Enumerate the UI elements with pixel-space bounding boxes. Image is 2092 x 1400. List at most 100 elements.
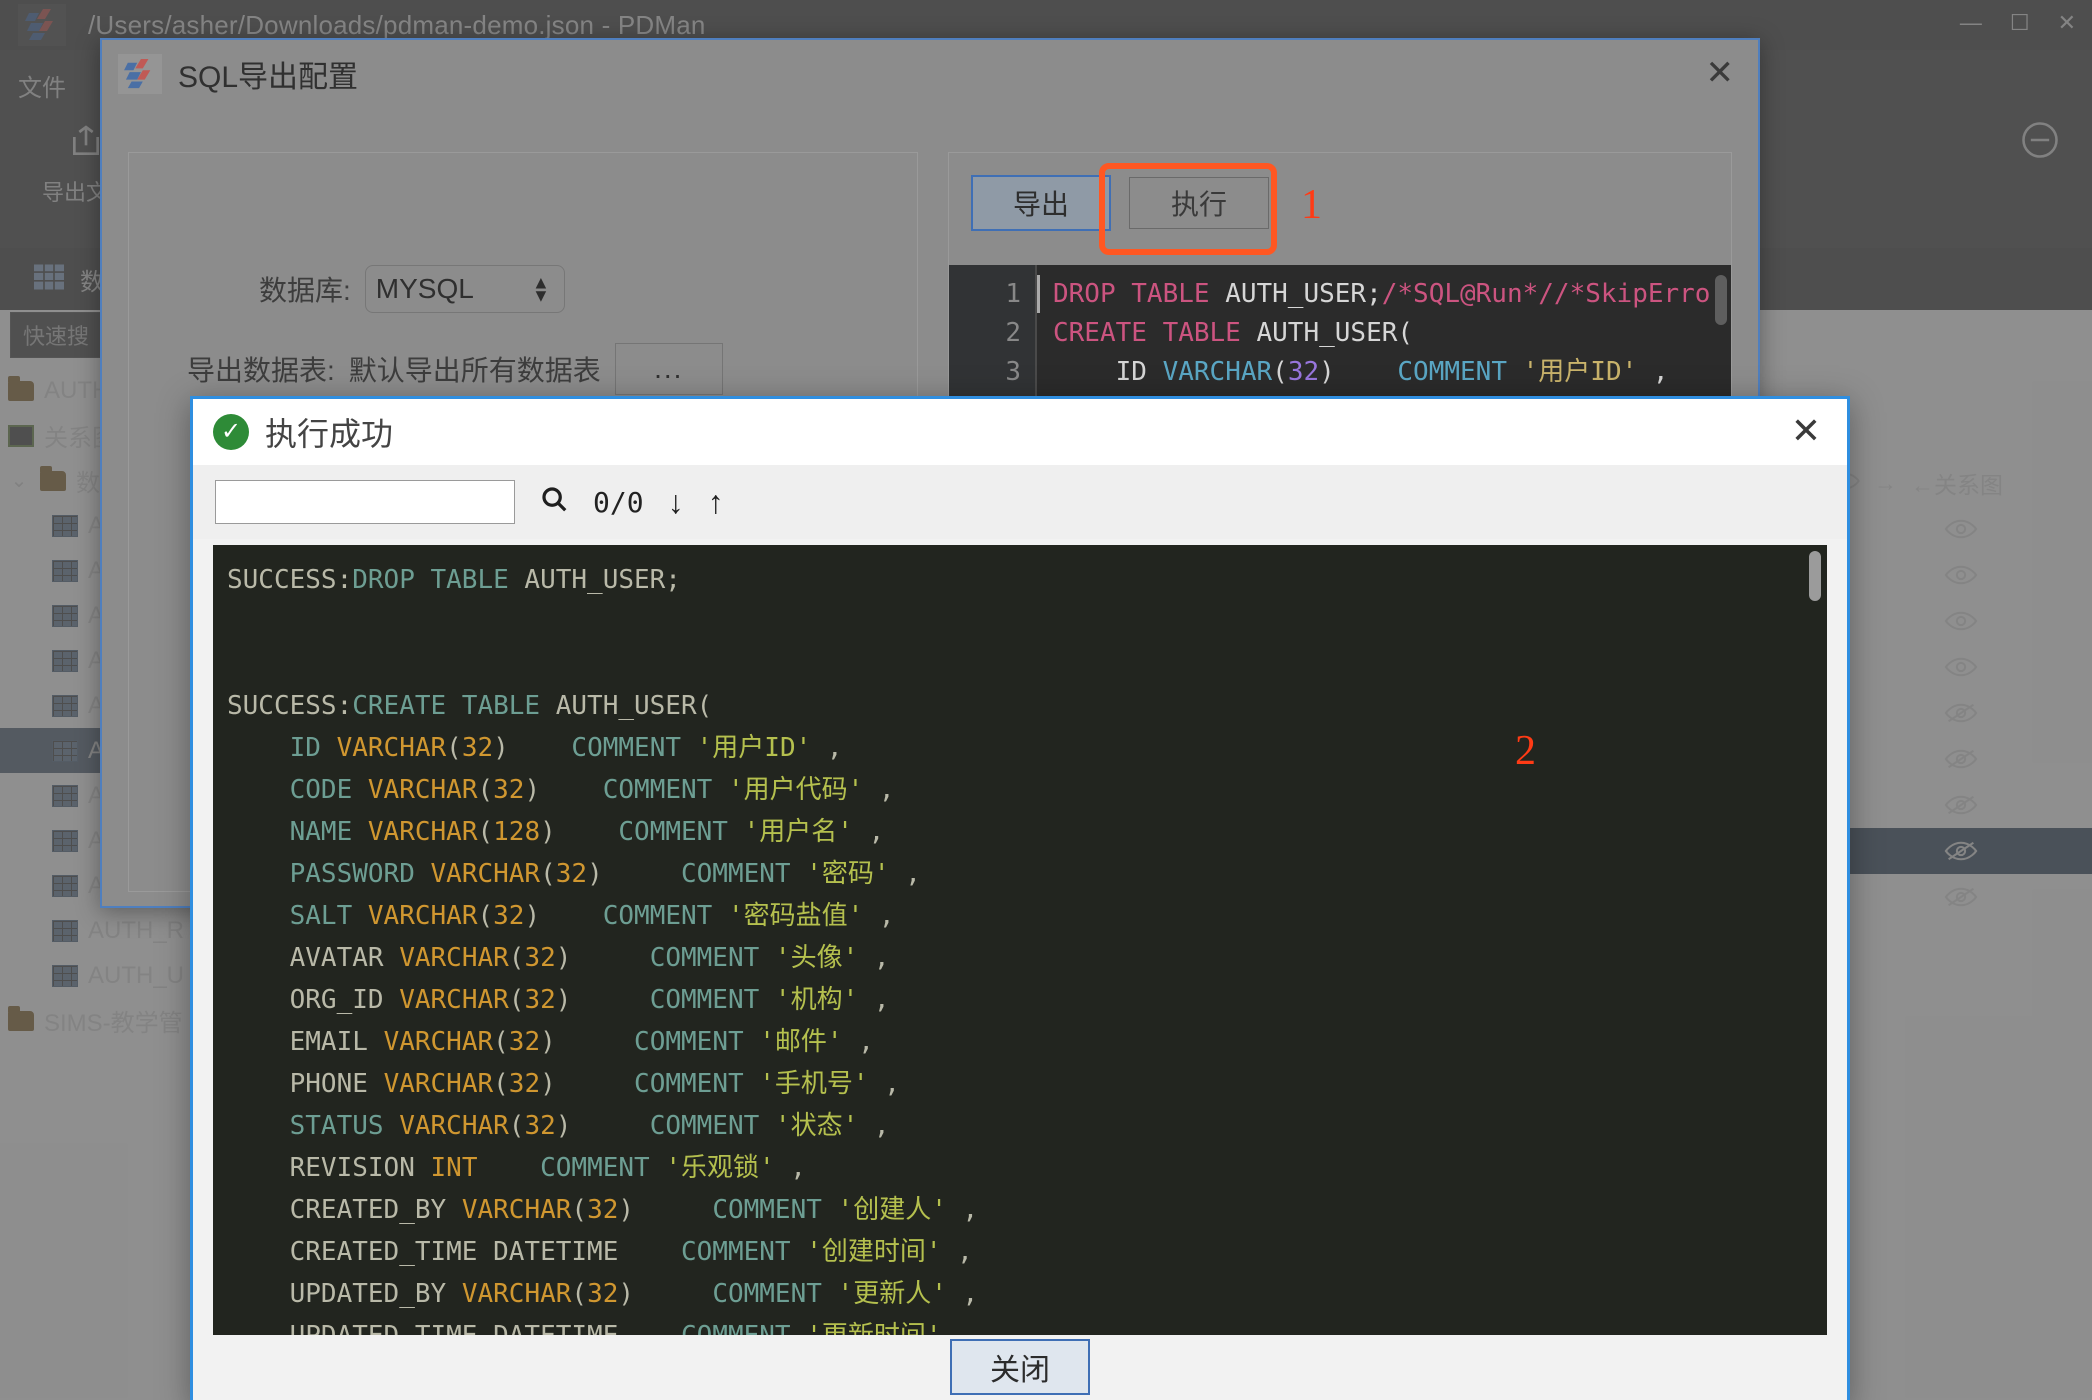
code-token: DROP TABLE — [1053, 279, 1226, 309]
search-input[interactable] — [215, 480, 515, 524]
console-token: ( — [446, 733, 462, 763]
console-token — [368, 1027, 384, 1057]
console-token: 32 — [524, 943, 556, 973]
console-token — [556, 1069, 634, 1099]
console-token: , — [858, 943, 890, 973]
console-token: COMMENT — [571, 733, 697, 763]
console-token: '用户名' — [743, 817, 853, 847]
console-token: ( — [477, 901, 494, 931]
console-token: ) — [524, 901, 541, 931]
console-token: COMMENT — [602, 775, 728, 805]
console-token — [384, 985, 400, 1015]
close-icon[interactable]: ✕ — [1791, 413, 1821, 449]
arrow-down-icon[interactable]: ↓ — [668, 486, 684, 518]
console-token: COMMENT — [681, 859, 807, 889]
arrow-up-icon[interactable]: ↑ — [708, 486, 724, 518]
console-token: AUTH_USER; — [524, 565, 681, 595]
console-token: REVISION — [289, 1153, 415, 1183]
console-token: VARCHAR — [367, 901, 478, 931]
console-token: '密码' — [806, 859, 890, 889]
console-token — [540, 775, 603, 805]
console-token: '创建人' — [837, 1195, 947, 1225]
console-token — [384, 1111, 400, 1141]
console-token: COMMENT — [680, 1237, 807, 1267]
execution-result-dialog: ✓ 执行成功 ✕ 0/0 ↓ ↑ SUCCESS:DROP TABLE AUTH… — [190, 396, 1850, 1400]
console-token: EMAIL — [289, 1027, 368, 1057]
annotation-label-1: 1 — [1301, 182, 1322, 228]
console-token: COMMENT — [712, 1195, 838, 1225]
console-token — [227, 817, 290, 847]
console-token: , — [942, 1321, 973, 1335]
console-token: ) — [555, 943, 572, 973]
database-select[interactable]: MYSQL ▲ ▼ — [364, 265, 565, 313]
console-token: '更新时间' — [806, 1321, 941, 1335]
console-token — [227, 775, 290, 805]
annotation-label-2: 2 — [1515, 728, 1536, 774]
console-token: '用户代码' — [727, 775, 864, 805]
console-token — [352, 817, 368, 847]
export-tables-row: 导出数据表: 默认导出所有数据表 ... — [187, 343, 917, 395]
sql-preview-toolbar: 导出 执行 — [949, 153, 1731, 231]
choose-tables-button[interactable]: ... — [614, 343, 723, 395]
close-dialog-button[interactable]: 关闭 — [950, 1339, 1090, 1395]
console-token: COMMENT — [634, 1027, 760, 1057]
console-token — [446, 1279, 462, 1309]
console-token: COMMENT — [649, 1111, 775, 1141]
console-token: , — [863, 901, 895, 931]
console-line: SUCCESS:DROP TABLE AUTH_USER; — [227, 559, 1827, 601]
console-token: COMMENT — [602, 901, 728, 931]
console-token: COMMENT — [649, 943, 775, 973]
code-line: ID VARCHAR(32) COMMENT '用户ID' , — [1053, 353, 1731, 392]
console-token — [571, 985, 649, 1015]
console-token — [556, 1027, 634, 1057]
close-icon[interactable]: ✕ — [1706, 56, 1735, 90]
console-token: COMMENT — [634, 1069, 760, 1099]
console-token: ) — [555, 985, 572, 1015]
console-token: PHONE — [289, 1069, 368, 1099]
console-token — [618, 1321, 681, 1335]
console-token — [227, 985, 290, 1015]
console-token: CREATED_TIME DATETIME — [289, 1237, 619, 1267]
console-line: NAME VARCHAR(128) COMMENT '用户名' , — [227, 811, 1827, 853]
code-line: DROP TABLE AUTH_USER;/*SQL@Run*//*SkipEr… — [1053, 275, 1731, 314]
console-token: , — [811, 733, 843, 763]
console-token: COMMENT — [712, 1279, 838, 1309]
console-token: CREATE TABLE — [352, 691, 556, 721]
console-output[interactable]: SUCCESS:DROP TABLE AUTH_USER; SUCCESS:CR… — [213, 545, 1827, 1335]
console-token: , — [852, 817, 885, 847]
console-line: SUCCESS:CREATE TABLE AUTH_USER( — [227, 685, 1827, 727]
console-token: ) — [493, 733, 509, 763]
sql-dialog-title: SQL导出配置 — [178, 61, 359, 94]
search-match-counter: 0/0 — [593, 485, 644, 519]
console-token — [540, 901, 603, 931]
export-button[interactable]: 导出 — [971, 175, 1111, 231]
code-scrollbar[interactable] — [1715, 275, 1727, 325]
spinner-arrows-icon[interactable]: ▲ ▼ — [532, 274, 550, 304]
console-scrollbar[interactable] — [1809, 551, 1821, 601]
console-token: ) — [540, 817, 556, 847]
console-search-bar: 0/0 ↓ ↑ — [193, 465, 1847, 539]
console-token: COMMENT — [618, 817, 744, 847]
console-token: VARCHAR — [399, 1111, 509, 1141]
code-token: AUTH_USER( — [1256, 318, 1414, 348]
code-token: AUTH_USER; — [1225, 279, 1382, 309]
code-token: ID — [1053, 357, 1163, 387]
search-icon[interactable] — [539, 484, 569, 520]
line-number: 2 — [1005, 318, 1021, 348]
console-token: PASSWORD — [289, 859, 415, 889]
console-token: INT — [430, 1153, 478, 1183]
code-token: ) — [1319, 357, 1398, 387]
export-tables-value: 默认导出所有数据表 — [348, 355, 601, 386]
console-token: ( — [508, 1111, 525, 1141]
console-token: VARCHAR — [383, 1069, 494, 1099]
console-token — [603, 859, 681, 889]
console-token: , — [946, 1279, 979, 1309]
console-token: , — [858, 1111, 890, 1141]
console-token: VARCHAR — [461, 1195, 572, 1225]
console-token: , — [868, 1069, 900, 1099]
run-button[interactable]: 执行 — [1129, 177, 1269, 229]
console-line: ID VARCHAR(32) COMMENT '用户ID' , — [227, 727, 1827, 769]
database-value: MYSQL — [375, 273, 474, 304]
console-token — [227, 1111, 290, 1141]
